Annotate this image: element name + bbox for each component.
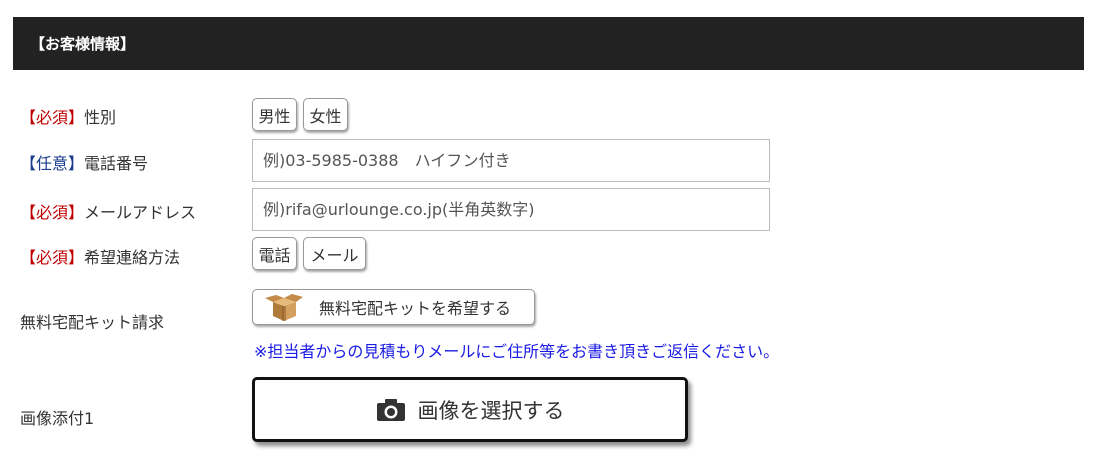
gender-label-text: 性別 (84, 108, 117, 127)
cardboard-box-icon (265, 294, 303, 321)
contact-method-label: 【必須】希望連絡方法 (20, 244, 180, 268)
select-image-button[interactable]: 画像を選択する (252, 377, 688, 442)
phone-label-text: 電話番号 (84, 154, 149, 173)
required-badge: 【必須】 (20, 248, 85, 267)
contact-email-button[interactable]: メール (303, 237, 366, 270)
gender-label: 【必須】性別 (20, 104, 116, 128)
phone-input[interactable] (252, 139, 770, 182)
optional-badge: 【任意】 (20, 154, 85, 173)
email-label: 【必須】メールアドレス (20, 199, 196, 223)
contact-phone-button[interactable]: 電話 (252, 237, 297, 270)
image-label: 画像添付1 (20, 409, 95, 428)
contact-method-options: 電話 メール (252, 237, 372, 273)
request-kit-button-label: 無料宅配キットを希望する (319, 299, 512, 318)
section-title: 【お客様情報】 (30, 35, 136, 53)
kit-label: 無料宅配キット請求 (20, 313, 165, 332)
select-image-button-label: 画像を選択する (417, 398, 565, 423)
request-kit-button[interactable]: 無料宅配キットを希望する (252, 289, 535, 325)
section-header: 【お客様情報】 (13, 17, 1084, 70)
phone-label: 【任意】電話番号 (20, 150, 148, 174)
gender-female-button[interactable]: 女性 (303, 98, 348, 131)
gender-male-button[interactable]: 男性 (252, 98, 297, 131)
camera-icon (376, 398, 405, 421)
contact-method-label-text: 希望連絡方法 (84, 248, 181, 267)
required-badge: 【必須】 (20, 108, 85, 127)
kit-note: ※担当者からの見積もりメールにご住所等をお書き頂きご返信ください。 (254, 342, 780, 361)
required-badge: 【必須】 (20, 203, 85, 222)
email-input[interactable] (252, 188, 770, 231)
email-label-text: メールアドレス (84, 203, 197, 222)
gender-options: 男性 女性 (252, 98, 352, 134)
